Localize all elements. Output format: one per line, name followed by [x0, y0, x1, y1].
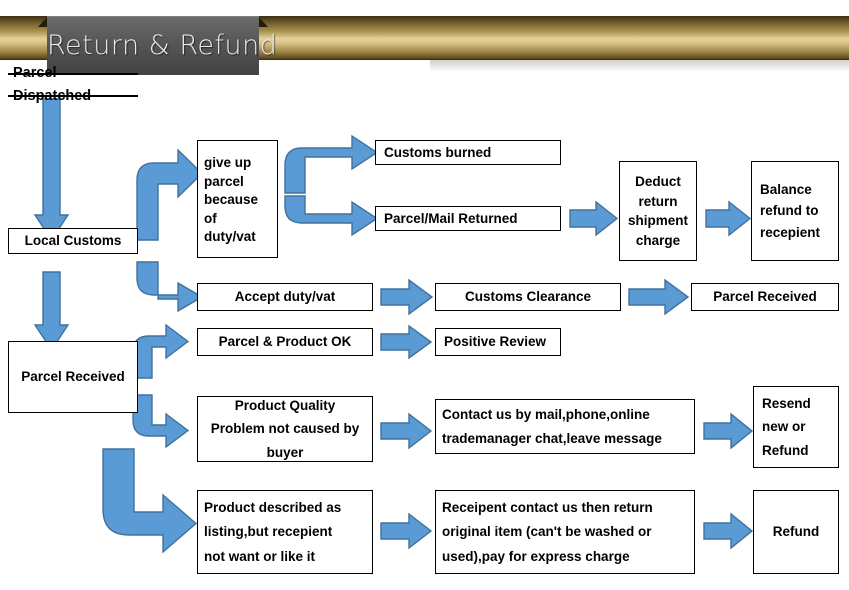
node-label: Parcel Received: [21, 369, 125, 385]
node-label-line-5: duty/vat: [204, 229, 256, 245]
node-local-customs[interactable]: Local Customs: [8, 228, 138, 254]
arrow-received-to-described: [102, 448, 198, 554]
arrow-described-to-return: [380, 512, 433, 550]
node-label-line-3: because: [204, 192, 259, 208]
node-customs-burned[interactable]: Customs burned: [375, 140, 561, 165]
node-label: Local Customs: [24, 233, 122, 249]
banner-drop-shadow: [430, 60, 849, 72]
node-label-line-2: new or: [762, 419, 806, 435]
arrow-received-to-quality: [132, 394, 190, 449]
node-label-line-4: of: [204, 210, 217, 226]
arrow-deduct-to-balance: [705, 200, 752, 237]
arrow-giveup-to-returned-shape: [284, 195, 379, 237]
node-recepient-return[interactable]: Receipent contact us then return origina…: [435, 490, 695, 574]
node-label-line-4: charge: [635, 232, 681, 248]
node-label: Parcel & Product OK: [218, 334, 352, 350]
node-label: Accept duty/vat: [234, 289, 336, 305]
node-parcel-received-top[interactable]: Parcel Received: [691, 283, 839, 311]
node-label-line-3: recepient: [760, 224, 821, 240]
node-parcel-received-left[interactable]: Parcel Received: [8, 341, 138, 413]
node-customs-clearance[interactable]: Customs Clearance: [435, 283, 621, 311]
node-accept-duty[interactable]: Accept duty/vat: [197, 283, 373, 311]
node-label-line-2: Problem not caused by: [210, 421, 360, 437]
node-label-line-1: Product Quality: [234, 397, 336, 413]
node-give-up-parcel[interactable]: give up parcel because of duty/vat: [197, 140, 278, 258]
arrow-return-to-refund: [703, 512, 754, 550]
node-label: Parcel Dispatched: [13, 64, 92, 104]
arrow-contact-to-resend: [703, 412, 754, 450]
node-label-line-1: give up: [204, 155, 252, 171]
node-label-line-2: listing,but recepient: [204, 524, 333, 540]
node-resend-or-refund[interactable]: Resend new or Refund: [753, 386, 839, 468]
node-label-line-1: Product described as: [204, 499, 342, 515]
node-label: Customs Clearance: [464, 289, 592, 305]
node-label-line-2: return: [638, 193, 678, 209]
node-parcel-product-ok[interactable]: Parcel & Product OK: [197, 328, 373, 356]
node-positive-review[interactable]: Positive Review: [435, 328, 561, 356]
node-product-described[interactable]: Product described as listing,but recepie…: [197, 490, 373, 574]
arrow-product-ok-to-review: [380, 324, 433, 360]
arrow-customs-to-received: [33, 271, 70, 352]
node-label-line-3: not want or like it: [204, 548, 316, 564]
node-parcel-mail-returned[interactable]: Parcel/Mail Returned: [375, 206, 561, 231]
node-deduct-return[interactable]: Deduct return shipment charge: [619, 161, 697, 261]
node-label-line-3: shipment: [627, 213, 688, 228]
node-label-line-3: buyer: [266, 444, 304, 460]
node-label-line-1: Receipent contact us then return: [442, 499, 653, 515]
node-label: Positive Review: [444, 334, 547, 350]
node-label-line-1: Balance: [760, 181, 812, 197]
node-label: Parcel/Mail Returned: [384, 210, 518, 226]
arrow-accept-to-clearance: [380, 278, 434, 316]
node-parcel-dispatched[interactable]: Parcel Dispatched: [8, 65, 138, 104]
arrow-customs-to-accept-2: [137, 262, 202, 310]
arrow-quality-to-contact: [380, 412, 433, 450]
node-balance-refund[interactable]: Balance refund to recepient: [751, 161, 839, 261]
arrow-returned-to-deduct: [569, 200, 619, 237]
node-label-line-1: Resend: [762, 395, 811, 411]
node-label-line-1: Contact us by mail,phone,online: [442, 406, 650, 422]
node-label-line-2: parcel: [204, 173, 244, 189]
node-label-line-2: original item (can't be washed or: [442, 524, 652, 540]
node-label: Refund: [772, 524, 820, 540]
node-label-line-3: used),pay for express charge: [442, 548, 630, 564]
arrow-received-to-product-ok: [132, 323, 190, 379]
arrow-dispatched-to-customs: [33, 98, 70, 242]
node-contact-us[interactable]: Contact us by mail,phone,online trademan…: [435, 399, 695, 454]
arrow-giveup-to-burned: [284, 134, 379, 194]
node-label-line-3: Refund: [762, 442, 809, 458]
arrow-clearance-to-received: [628, 278, 690, 316]
node-label-line-2: trademanager chat,leave message: [442, 431, 662, 446]
node-label: Customs burned: [384, 144, 492, 160]
node-label-line-1: Deduct: [635, 174, 681, 189]
banner-ribbon-notch-right: [258, 16, 268, 27]
node-label-line-2: refund to: [760, 203, 819, 219]
arrow-customs-to-accept-shape: [136, 261, 204, 313]
arrow-customs-to-giveup: [136, 148, 204, 241]
node-refund[interactable]: Refund: [753, 490, 839, 574]
node-label: Parcel Received: [713, 289, 817, 305]
page-banner: Return & Refund: [0, 16, 849, 75]
node-product-quality[interactable]: Product Quality Problem not caused by bu…: [197, 396, 373, 462]
